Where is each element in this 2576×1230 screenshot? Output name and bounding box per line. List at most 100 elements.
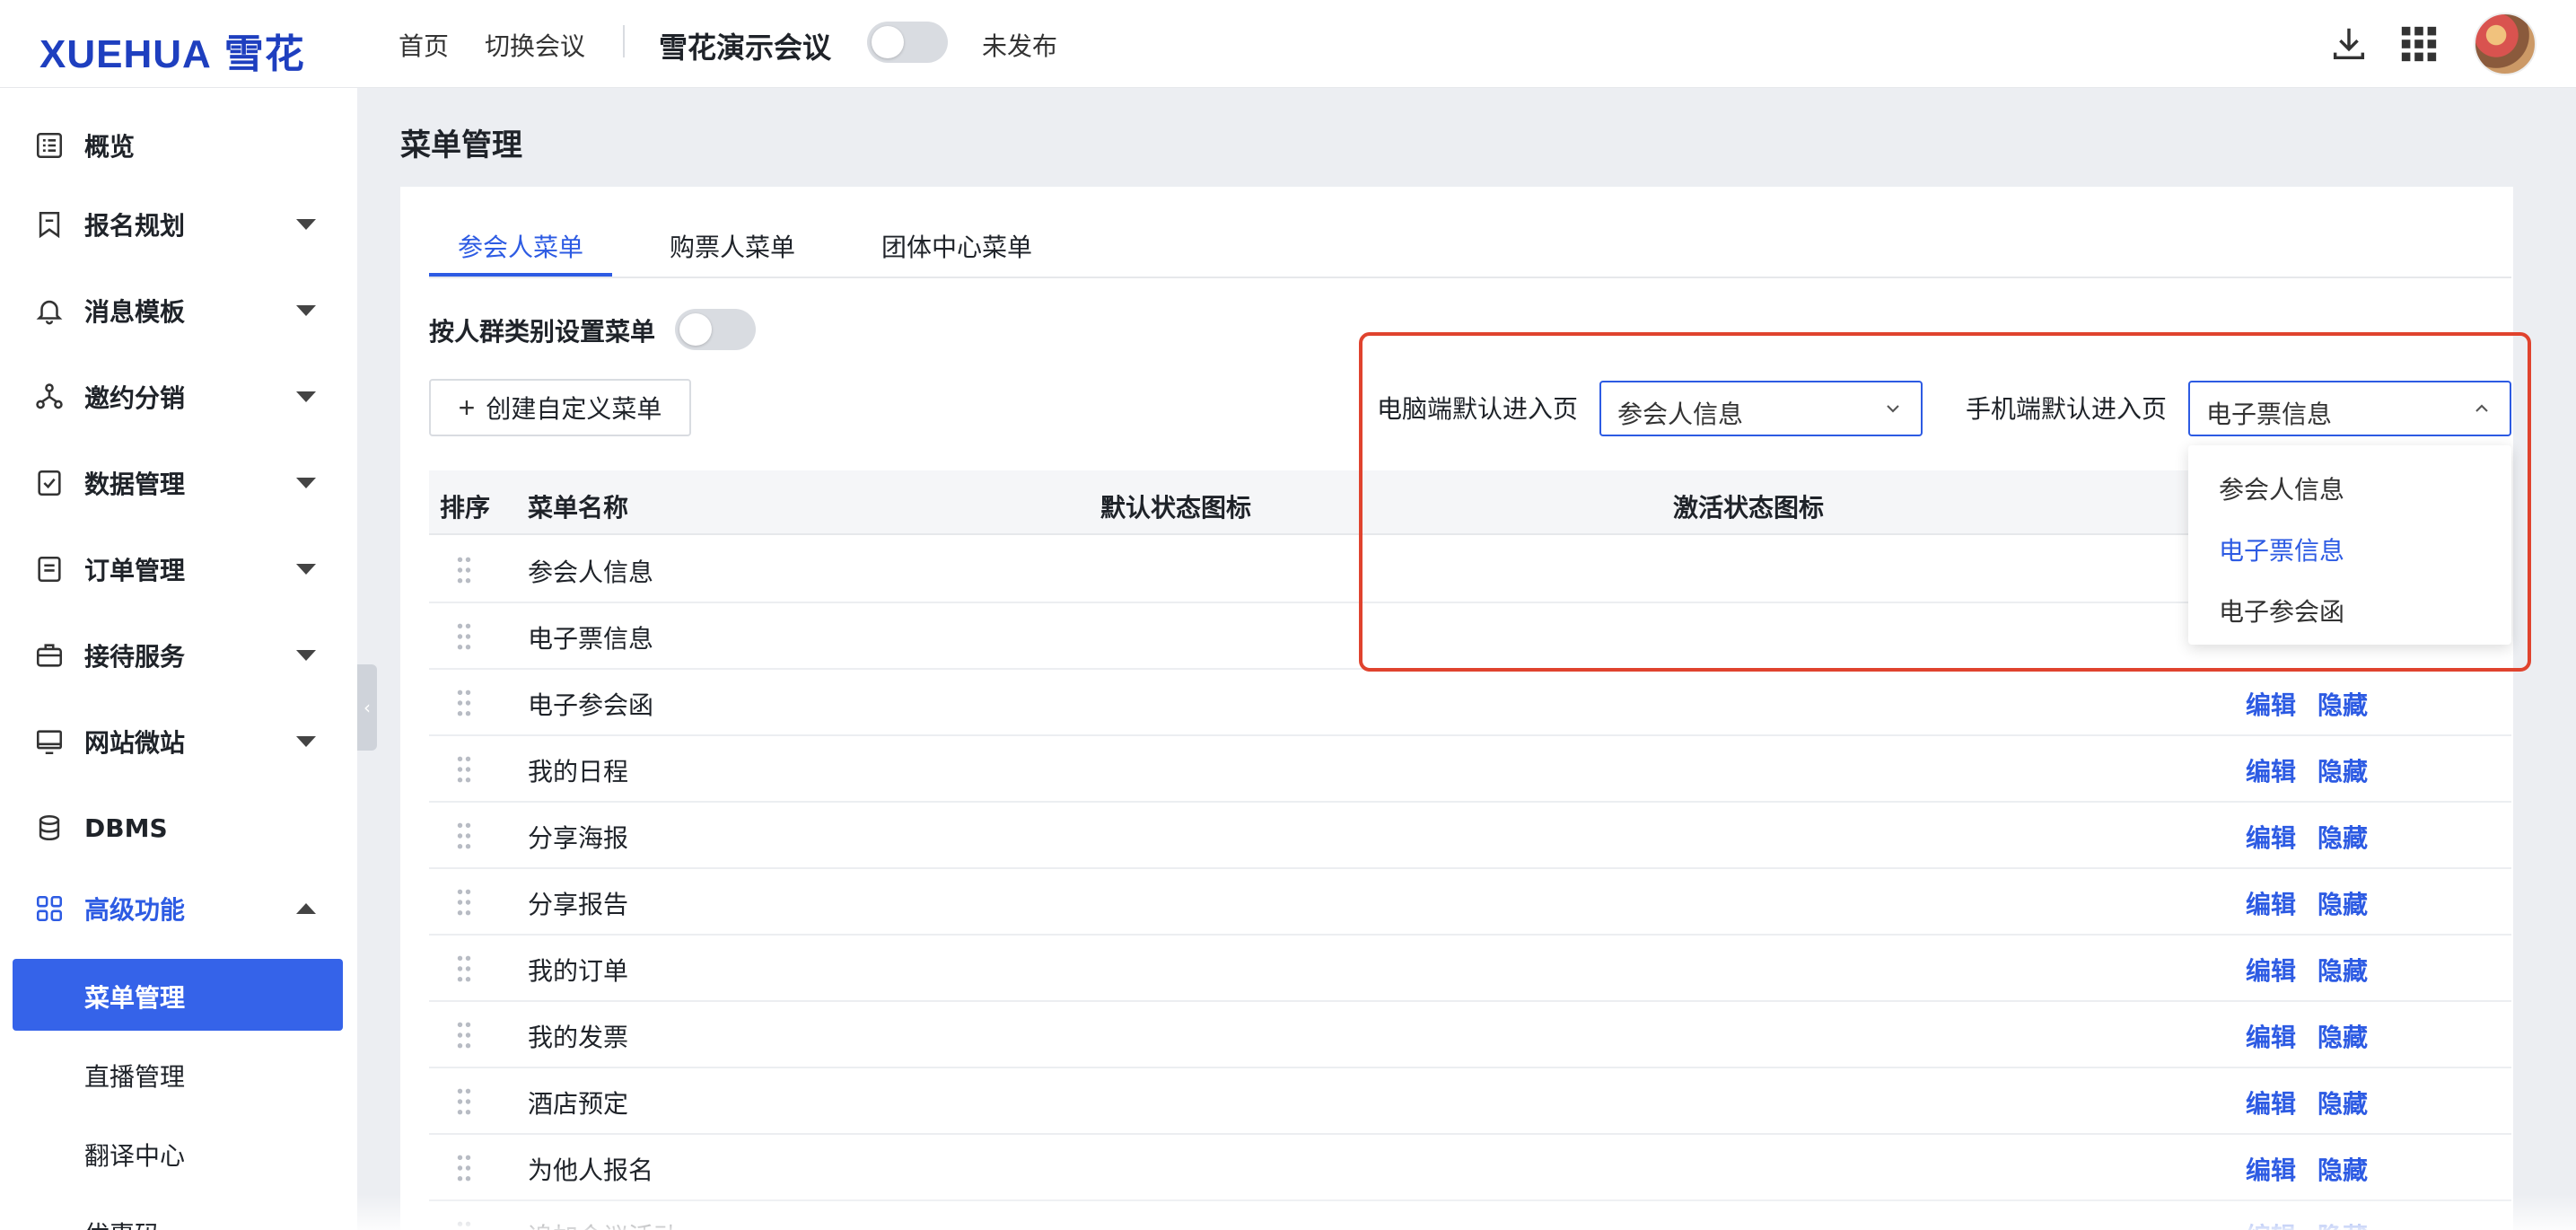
drag-handle-icon[interactable] <box>456 887 472 918</box>
hide-link[interactable]: 隐藏 <box>2318 885 2368 921</box>
menu-name-cell: 我的发票 <box>528 1023 629 1052</box>
publish-toggle[interactable] <box>867 22 948 63</box>
sidebar-subitem-translation-center[interactable]: 翻译中心 <box>13 1117 343 1189</box>
by-group-label: 按人群类别设置菜单 <box>429 317 656 347</box>
edit-link[interactable]: 编辑 <box>2246 819 2296 855</box>
pc-default-select[interactable]: 参会人信息 <box>1599 381 1923 436</box>
edit-link[interactable]: 编辑 <box>2246 885 2296 921</box>
top-header: XUEHUA 雪花 首页 切换会议 雪花演示会议 未发布 <box>0 0 2576 88</box>
hide-link[interactable]: 隐藏 <box>2318 686 2368 722</box>
sidebar-item-reception[interactable]: 接待服务 <box>0 628 357 682</box>
dropdown-option-e-invitation[interactable]: 电子参会函 <box>2219 593 2344 628</box>
menu-name-cell: 我的日程 <box>528 757 629 786</box>
download-icon[interactable] <box>2328 23 2370 65</box>
chevron-up-icon <box>296 903 316 914</box>
drag-handle-icon[interactable] <box>456 953 472 984</box>
sidebar-item-registration[interactable]: 报名规划 <box>0 198 357 251</box>
apps-grid-icon[interactable] <box>2398 23 2440 65</box>
sidebar-item-invitation[interactable]: 邀约分销 <box>0 370 357 424</box>
create-button-label: 创建自定义菜单 <box>486 395 662 423</box>
edit-link[interactable]: 编辑 <box>2246 952 2296 988</box>
sidebar-item-order-management[interactable]: 订单管理 <box>0 542 357 596</box>
user-avatar[interactable] <box>2474 13 2537 75</box>
chevron-down-icon <box>296 650 316 661</box>
edit-link[interactable]: 编辑 <box>2246 1018 2296 1054</box>
grid-apps-icon <box>36 895 63 922</box>
active-tab-indicator <box>429 273 612 277</box>
edit-link[interactable]: 编辑 <box>2246 1085 2296 1120</box>
menu-name-cell: 分享报告 <box>528 890 629 919</box>
drag-handle-icon[interactable] <box>456 821 472 851</box>
drag-handle-icon[interactable] <box>456 1020 472 1050</box>
sidebar-subitem-coupon[interactable]: 优惠码 <box>13 1196 343 1230</box>
hide-link[interactable]: 隐藏 <box>2318 752 2368 788</box>
menu-name-cell: 电子参会函 <box>528 690 654 720</box>
nav-switch-conference-link[interactable]: 切换会议 <box>485 27 585 63</box>
nav-home-link[interactable]: 首页 <box>399 27 449 63</box>
sidebar-subitem-label: 直播管理 <box>84 1062 186 1092</box>
hide-link[interactable]: 隐藏 <box>2318 952 2368 988</box>
pc-default-label: 电脑端默认进入页 <box>1377 394 1579 424</box>
menu-name-cell: 电子票信息 <box>528 624 654 654</box>
tab-attendee-menu[interactable]: 参会人菜单 <box>458 228 583 264</box>
hide-link[interactable]: 隐藏 <box>2318 1217 2368 1230</box>
drag-handle-icon[interactable] <box>456 1219 472 1230</box>
menu-name-cell: 追加会议活动 <box>528 1217 679 1230</box>
sidebar-item-dbms[interactable]: DBMS <box>0 801 357 855</box>
tab-group-center-menu[interactable]: 团体中心菜单 <box>881 228 1032 264</box>
sidebar-item-label: 概览 <box>84 132 136 162</box>
sidebar-collapse-handle[interactable]: ‹ <box>357 664 377 751</box>
chevron-down-icon <box>1887 405 1899 413</box>
drag-handle-icon[interactable] <box>456 688 472 718</box>
by-group-toggle[interactable] <box>675 309 756 350</box>
hide-link[interactable]: 隐藏 <box>2318 1085 2368 1120</box>
drag-handle-icon[interactable] <box>456 621 472 652</box>
sidebar-subitem-menu-management[interactable]: 菜单管理 <box>13 959 343 1031</box>
sidebar-subitem-live-management[interactable]: 直播管理 <box>13 1038 343 1110</box>
table-row: 我的订单 编辑 隐藏 <box>429 936 2511 1002</box>
edit-link[interactable]: 编辑 <box>2246 1217 2296 1230</box>
mobile-default-dropdown: 参会人信息 电子票信息 电子参会函 <box>2188 445 2511 645</box>
edit-link[interactable]: 编辑 <box>2246 686 2296 722</box>
dropdown-option-attendee-info[interactable]: 参会人信息 <box>2219 470 2344 506</box>
edit-link[interactable]: 编辑 <box>2246 752 2296 788</box>
chevron-down-icon <box>296 478 316 488</box>
sidebar-item-overview[interactable]: 概览 <box>0 119 357 172</box>
sidebar-item-data-management[interactable]: 数据管理 <box>0 456 357 510</box>
sidebar-subitem-label: 菜单管理 <box>84 983 186 1013</box>
plus-icon: + <box>458 391 476 424</box>
sidebar-item-label: 邀约分销 <box>84 383 186 413</box>
chevron-up-icon <box>2475 404 2488 412</box>
dropdown-option-eticket-info[interactable]: 电子票信息 <box>2219 532 2344 567</box>
hide-link[interactable]: 隐藏 <box>2318 819 2368 855</box>
mobile-default-select[interactable]: 电子票信息 <box>2188 381 2511 436</box>
drag-handle-icon[interactable] <box>456 1086 472 1117</box>
sidebar-item-label: 数据管理 <box>84 470 186 499</box>
order-list-icon <box>38 556 61 583</box>
create-custom-menu-button[interactable]: + 创建自定义菜单 <box>429 379 691 436</box>
logo-cn: 雪花 <box>223 32 305 76</box>
drag-handle-icon[interactable] <box>456 555 472 585</box>
sidebar-item-website[interactable]: 网站微站 <box>0 715 357 769</box>
sidebar-subitem-label: 优惠码 <box>84 1216 160 1230</box>
database-icon <box>39 814 60 841</box>
tab-buyer-menu[interactable]: 购票人菜单 <box>670 228 795 264</box>
chevron-down-icon <box>296 736 316 747</box>
chevron-down-icon <box>296 391 316 402</box>
menu-tabs: 参会人菜单 购票人菜单 团体中心菜单 <box>429 228 2511 278</box>
column-header-active-icon: 激活状态图标 <box>1673 493 1825 523</box>
chevron-down-icon <box>296 219 316 230</box>
overview-icon <box>36 132 63 159</box>
sidebar-item-advanced[interactable]: 高级功能 <box>0 882 357 936</box>
hide-link[interactable]: 隐藏 <box>2318 1018 2368 1054</box>
drag-handle-icon[interactable] <box>456 754 472 785</box>
sidebar-item-message-templates[interactable]: 消息模板 <box>0 284 357 338</box>
table-row: 我的发票 编辑 隐藏 <box>429 1002 2511 1068</box>
hide-link[interactable]: 隐藏 <box>2318 1151 2368 1187</box>
edit-link[interactable]: 编辑 <box>2246 1151 2296 1187</box>
drag-handle-icon[interactable] <box>456 1153 472 1183</box>
mobile-default-label: 手机端默认进入页 <box>1966 394 2168 424</box>
sidebar-subitem-label: 翻译中心 <box>84 1141 186 1171</box>
bell-icon <box>36 300 63 325</box>
logo[interactable]: XUEHUA 雪花 <box>39 22 305 79</box>
